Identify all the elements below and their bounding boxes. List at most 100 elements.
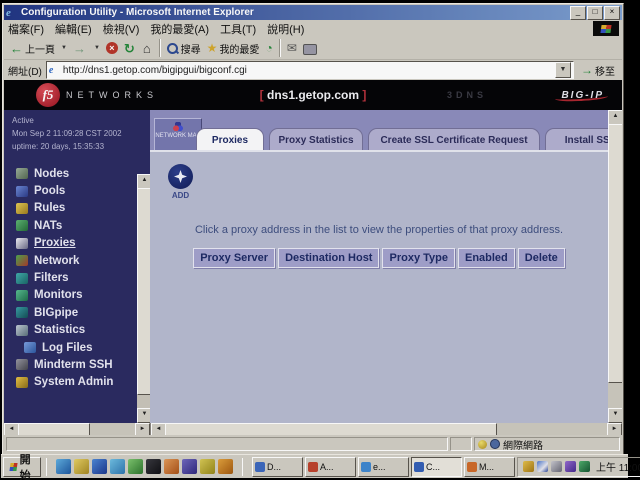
sidebar-item-monitors[interactable]: Monitors	[4, 287, 150, 304]
sidebar-item-network[interactable]: Network	[4, 252, 150, 269]
status-date: Mon Sep 2 11:09:28 CST 2002	[12, 127, 150, 140]
quicklaunch-app-icon[interactable]	[146, 459, 161, 474]
tray-icon[interactable]	[537, 461, 548, 472]
tray-icon[interactable]	[523, 461, 534, 472]
stop-icon: ×	[106, 42, 118, 54]
back-dropdown[interactable]: ▼	[58, 38, 70, 58]
tab-proxies[interactable]: Proxies	[196, 128, 264, 150]
taskbar-separator	[242, 458, 243, 476]
security-zone-panel: 網際網路	[474, 437, 620, 451]
quicklaunch-app-icon[interactable]	[56, 459, 71, 474]
task-window-button[interactable]: A...	[305, 457, 356, 477]
stop-button[interactable]: ×	[103, 38, 121, 58]
hostname-display: [ dns1.getop.com ]	[4, 88, 622, 102]
quicklaunch-app-icon[interactable]	[218, 459, 233, 474]
sidebar-item-statistics[interactable]: Statistics	[4, 322, 150, 339]
page-content: f5 NETWORKS [ dns1.getop.com ] 3DNS BIG-…	[4, 80, 622, 437]
task-window-button[interactable]: e...	[358, 457, 409, 477]
tray-icon[interactable]	[551, 461, 562, 472]
mail-button[interactable]: ✉	[284, 38, 300, 58]
scrollbar-thumb[interactable]	[608, 124, 622, 383]
tray-icon[interactable]	[565, 461, 576, 472]
quicklaunch-app-icon[interactable]	[74, 459, 89, 474]
windows-flag-icon	[9, 463, 17, 471]
menu-favorites[interactable]: 我的最愛(A)	[150, 21, 209, 37]
system-admin-icon	[16, 377, 28, 388]
maximize-button[interactable]: □	[587, 6, 603, 20]
task-window-button[interactable]: M...	[464, 457, 515, 477]
sidebar-item-log-files[interactable]: Log Files	[4, 339, 150, 356]
task-window-button-active[interactable]: C...	[411, 457, 462, 477]
sidebar-item-system-admin[interactable]: System Admin	[4, 374, 150, 391]
search-button[interactable]: 搜尋	[164, 38, 204, 58]
add-button[interactable]	[168, 164, 193, 189]
app-icon	[467, 462, 477, 472]
menu-tools[interactable]: 工具(T)	[220, 21, 256, 37]
sidebar-item-rules[interactable]: Rules	[4, 200, 150, 217]
go-arrow-icon: →	[581, 63, 593, 77]
menu-file[interactable]: 檔案(F)	[8, 21, 44, 37]
standard-toolbar: ← 上一頁 ▼ → ▼ × ↻ ⌂ 搜尋 ★ 我	[4, 37, 622, 60]
column-delete[interactable]: Delete	[518, 248, 565, 268]
network-map-icon	[173, 122, 183, 131]
sidebar-item-pools[interactable]: Pools	[4, 182, 150, 199]
main-vertical-scrollbar[interactable]: ▲ ▼	[608, 110, 622, 423]
minimize-button[interactable]: _	[570, 6, 586, 20]
sidebar-item-nodes[interactable]: Nodes	[4, 165, 150, 182]
quicklaunch-app-icon[interactable]	[164, 459, 179, 474]
column-proxy-type[interactable]: Proxy Type	[382, 248, 455, 268]
scroll-down-icon[interactable]: ▼	[137, 408, 150, 423]
scroll-up-icon[interactable]: ▲	[137, 174, 150, 189]
go-button[interactable]: → 移至	[578, 62, 618, 79]
address-label: 網址(D)	[8, 63, 42, 78]
address-url[interactable]: http://dns1.getop.com/bigipgui/bigconf.c…	[63, 65, 555, 76]
menu-edit[interactable]: 編輯(E)	[55, 21, 92, 37]
taskbar-separator	[46, 458, 47, 476]
column-destination-host[interactable]: Destination Host	[278, 248, 379, 268]
sidebar-item-mindterm-ssh[interactable]: Mindterm SSH	[4, 356, 150, 373]
ie-throbber	[593, 21, 619, 36]
menu-help[interactable]: 說明(H)	[267, 21, 304, 37]
quicklaunch-app-icon[interactable]	[92, 459, 107, 474]
history-button[interactable]: ◔	[262, 38, 275, 58]
quicklaunch-app-icon[interactable]	[128, 459, 143, 474]
tray-icon[interactable]	[579, 461, 590, 472]
column-proxy-server[interactable]: Proxy Server	[193, 248, 275, 268]
column-enabled[interactable]: Enabled	[458, 248, 515, 268]
sidebar-item-nats[interactable]: NATs	[4, 217, 150, 234]
title-bar[interactable]: e Configuration Utility - Microsoft Inte…	[4, 5, 622, 20]
forward-button[interactable]: →	[70, 38, 91, 58]
network-map-button[interactable]: NETWORK MAP	[154, 118, 202, 151]
home-button[interactable]: ⌂	[140, 38, 156, 58]
task-window-button[interactable]: D...	[252, 457, 303, 477]
monitors-icon	[16, 290, 28, 301]
tab-install-ssl-certificate[interactable]: Install SSL Certifi	[545, 128, 608, 150]
scroll-down-icon[interactable]: ▼	[608, 408, 622, 423]
back-button[interactable]: ← 上一頁	[7, 38, 58, 58]
quicklaunch-app-icon[interactable]	[182, 459, 197, 474]
close-button[interactable]: ×	[604, 6, 620, 20]
scrollbar-thumb[interactable]	[137, 188, 150, 395]
nats-icon	[16, 220, 28, 231]
sidebar-item-filters[interactable]: Filters	[4, 269, 150, 286]
taskbar: 開始 D... A... e... C... M...	[1, 454, 628, 478]
address-dropdown-icon[interactable]: ▼	[555, 62, 571, 78]
forward-dropdown[interactable]: ▼	[91, 38, 103, 58]
scroll-up-icon[interactable]: ▲	[608, 110, 622, 125]
tab-proxy-statistics[interactable]: Proxy Statistics	[269, 128, 363, 150]
refresh-button[interactable]: ↻	[121, 38, 140, 58]
quicklaunch-app-icon[interactable]	[200, 459, 215, 474]
sidebar-item-proxies[interactable]: Proxies	[4, 235, 150, 252]
statistics-icon	[16, 325, 28, 336]
quicklaunch-app-icon[interactable]	[110, 459, 125, 474]
tab-create-ssl-certificate-request[interactable]: Create SSL Certificate Request	[368, 128, 540, 150]
print-button[interactable]	[300, 38, 320, 58]
product-3dns: 3DNS	[447, 90, 487, 100]
favorites-button[interactable]: ★ 我的最愛	[204, 38, 263, 58]
address-input[interactable]: e http://dns1.getop.com/bigipgui/bigconf…	[46, 61, 574, 79]
sidebar-item-bigpipe[interactable]: BIGpipe	[4, 304, 150, 321]
sidebar-scrollbar[interactable]: ▲ ▼	[137, 174, 150, 423]
menu-view[interactable]: 檢視(V)	[103, 21, 140, 37]
start-button[interactable]: 開始	[3, 457, 41, 477]
toolbar-separator	[159, 39, 161, 57]
